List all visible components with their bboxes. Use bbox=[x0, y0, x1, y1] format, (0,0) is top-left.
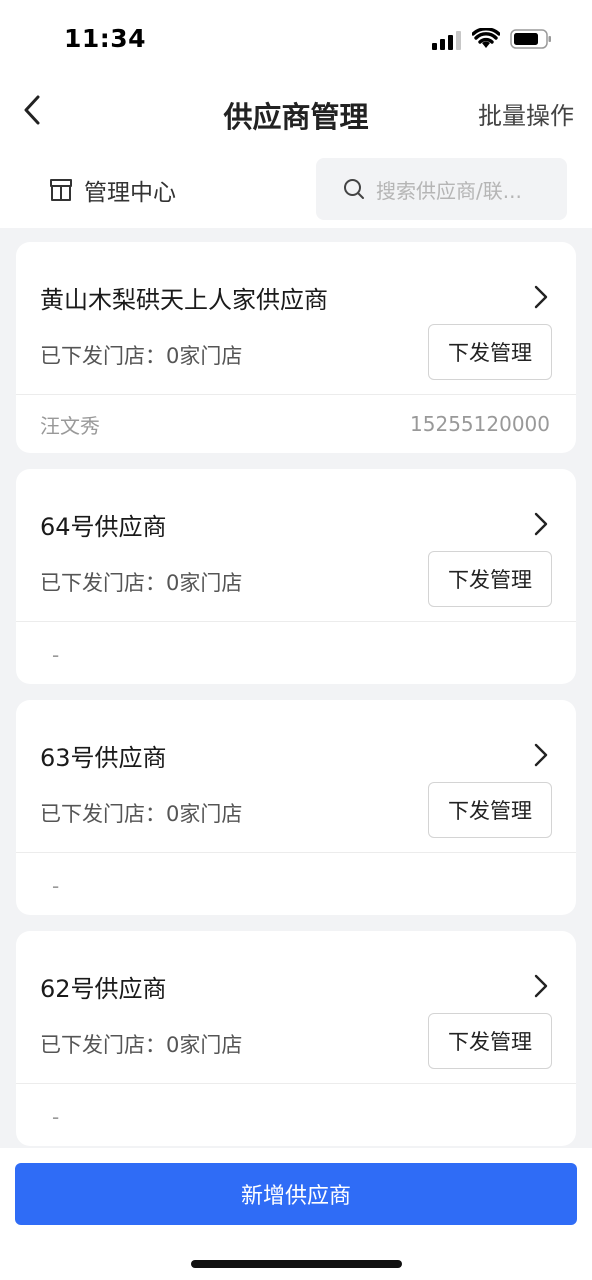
supplier-card[interactable]: 黄山木梨硔天上人家供应商 已下发门店：0家门店 下发管理 汪文秀 1525512… bbox=[16, 242, 576, 453]
bottom-bar: 新增供应商 bbox=[0, 1148, 592, 1280]
contact-name: 汪文秀 bbox=[40, 414, 100, 438]
search-placeholder: 搜索供应商/联... bbox=[376, 178, 522, 203]
chevron-right-icon[interactable] bbox=[532, 511, 550, 537]
search-input[interactable]: 搜索供应商/联... bbox=[316, 158, 567, 220]
distributed-stores-count: 已下发门店：0家门店 bbox=[40, 802, 243, 826]
distribution-management-button[interactable]: 下发管理 bbox=[428, 551, 552, 607]
management-center-label: 管理中心 bbox=[84, 180, 176, 206]
status-time: 11:34 bbox=[64, 24, 147, 53]
batch-operation-button[interactable]: 批量操作 bbox=[478, 96, 574, 131]
distributed-stores-count: 已下发门店：0家门店 bbox=[40, 1033, 243, 1057]
card-divider bbox=[16, 394, 576, 395]
supplier-name: 64号供应商 bbox=[40, 513, 167, 541]
chevron-right-icon[interactable] bbox=[532, 284, 550, 310]
supplier-card[interactable]: 64号供应商 已下发门店：0家门店 下发管理 - bbox=[16, 469, 576, 684]
distributed-stores-count: 已下发门店：0家门店 bbox=[40, 344, 243, 368]
search-icon bbox=[344, 179, 364, 199]
chevron-right-icon[interactable] bbox=[532, 742, 550, 768]
card-divider bbox=[16, 852, 576, 853]
wifi-icon bbox=[472, 28, 500, 48]
chevron-right-icon[interactable] bbox=[532, 973, 550, 999]
add-supplier-button[interactable]: 新增供应商 bbox=[15, 1163, 577, 1225]
home-indicator[interactable] bbox=[191, 1260, 402, 1268]
contact-name: - bbox=[52, 643, 60, 667]
distribution-management-button[interactable]: 下发管理 bbox=[428, 324, 552, 380]
store-icon bbox=[50, 179, 72, 201]
card-divider bbox=[16, 1083, 576, 1084]
management-center-button[interactable]: 管理中心 bbox=[48, 172, 176, 208]
distribution-management-button[interactable]: 下发管理 bbox=[428, 1013, 552, 1069]
supplier-name: 62号供应商 bbox=[40, 975, 167, 1003]
battery-icon bbox=[510, 29, 551, 49]
contact-name: - bbox=[52, 1105, 60, 1129]
cellular-signal-icon bbox=[432, 31, 461, 50]
supplier-list: 黄山木梨硔天上人家供应商 已下发门店：0家门店 下发管理 汪文秀 1525512… bbox=[16, 242, 576, 1146]
supplier-card[interactable]: 63号供应商 已下发门店：0家门店 下发管理 - bbox=[16, 700, 576, 915]
contact-phone: 15255120000 bbox=[410, 412, 550, 436]
supplier-name: 63号供应商 bbox=[40, 744, 167, 772]
supplier-name: 黄山木梨硔天上人家供应商 bbox=[40, 286, 328, 314]
contact-name: - bbox=[52, 874, 60, 898]
status-bar: 11:34 bbox=[0, 0, 592, 80]
distribution-management-button[interactable]: 下发管理 bbox=[428, 782, 552, 838]
card-divider bbox=[16, 621, 576, 622]
navigation-bar: 供应商管理 批量操作 bbox=[0, 80, 592, 144]
header-area: 11:34 供应商管理 批量操作 管理中心 搜索供应商/联... bbox=[0, 0, 592, 228]
supplier-card[interactable]: 62号供应商 已下发门店：0家门店 下发管理 - bbox=[16, 931, 576, 1146]
distributed-stores-count: 已下发门店：0家门店 bbox=[40, 571, 243, 595]
